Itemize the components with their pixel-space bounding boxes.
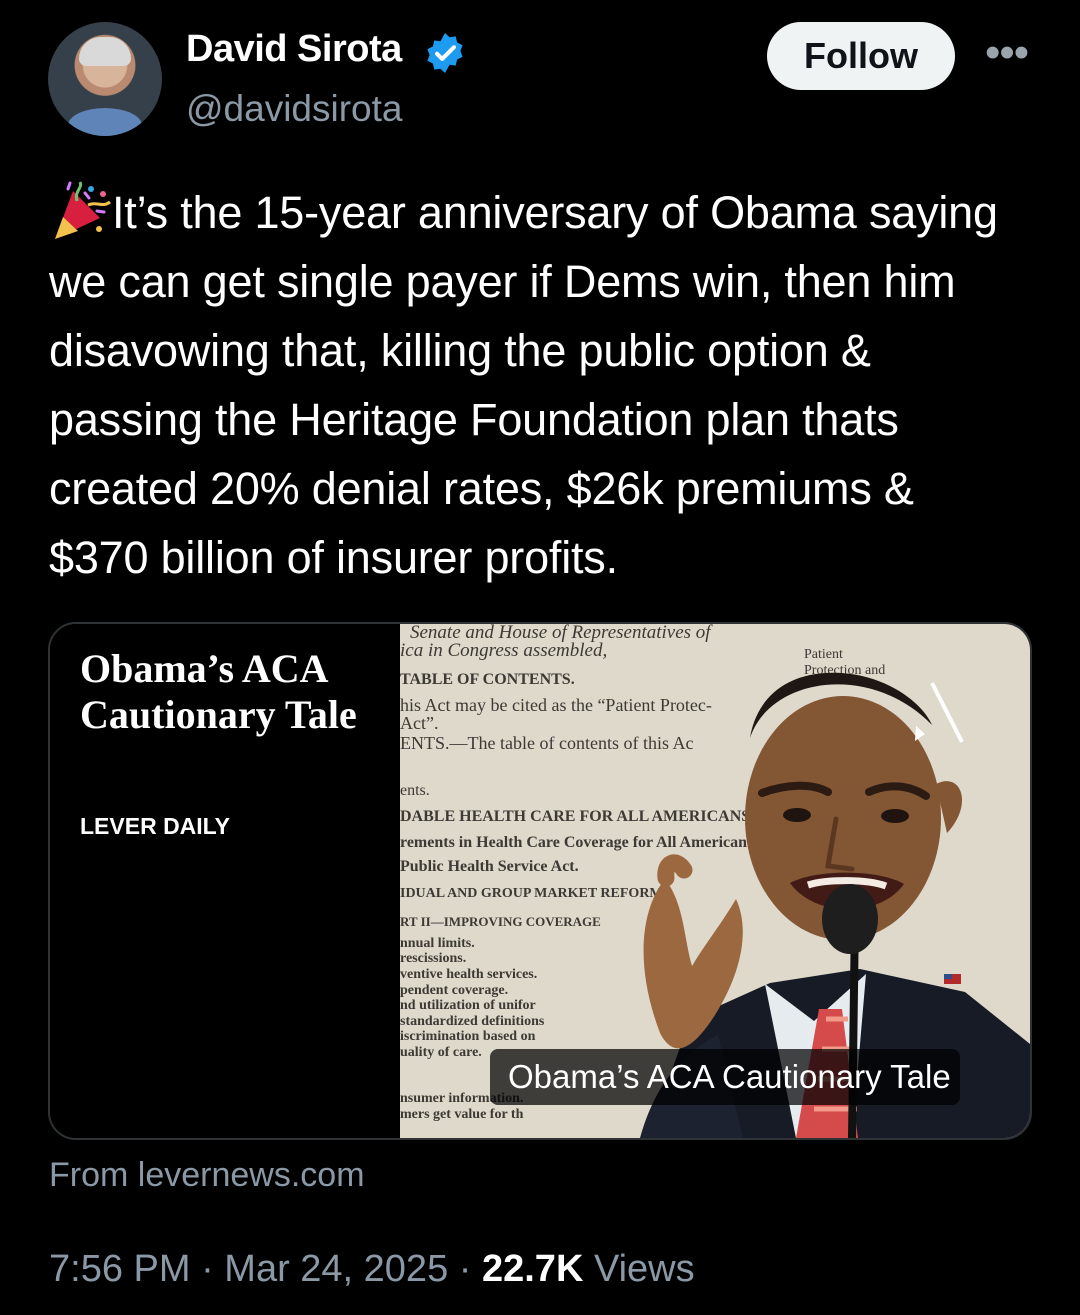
verified-badge-icon: [427, 33, 463, 73]
card-text-panel: Obama’s ACA Cautionary Tale LEVER DAILY: [50, 624, 400, 1138]
document-line: ica in Congress assembled,: [400, 640, 608, 661]
image-caption-overlay: Obama’s ACA Cautionary Tale: [490, 1049, 960, 1105]
document-line: iscrimination based on: [400, 1029, 536, 1044]
timestamp[interactable]: 7:56 PM · Mar 24, 2025 ·: [49, 1248, 482, 1290]
more-options-icon[interactable]: •••: [985, 28, 1029, 78]
document-line: TABLE OF CONTENTS.: [400, 671, 575, 688]
document-line: mers get value for th: [400, 1107, 524, 1122]
document-line: Senate and House of Representatives of: [410, 624, 711, 643]
publisher-name: LEVER DAILY: [80, 813, 230, 839]
article-image: Senate and House of Representatives of i…: [400, 624, 1030, 1138]
document-line: rescissions.: [400, 951, 467, 966]
card-title: Obama’s ACA Cautionary Tale: [80, 646, 357, 737]
author-name[interactable]: David Sirota: [186, 28, 402, 71]
document-line: Public Health Service Act.: [400, 858, 579, 875]
document-line: uality of care.: [400, 1045, 482, 1060]
tweet-metadata: 7:56 PM · Mar 24, 2025 · 22.7K Views: [49, 1248, 695, 1291]
article-link-card[interactable]: Obama’s ACA Cautionary Tale LEVER DAILY …: [48, 622, 1032, 1140]
document-line: nd utilization of unifor: [400, 998, 536, 1013]
source-link[interactable]: From levernews.com: [49, 1156, 365, 1195]
follow-button[interactable]: Follow: [767, 22, 955, 90]
document-line: Act”.: [400, 713, 439, 733]
views-count: 22.7K: [481, 1248, 584, 1290]
profile-avatar[interactable]: [48, 22, 162, 136]
document-line: ventive health services.: [400, 967, 538, 982]
author-handle[interactable]: @davidsirota: [186, 88, 403, 130]
views-label: Views: [583, 1248, 695, 1290]
document-line: ents.: [400, 782, 430, 799]
tweet-text: It’s the 15-year anniversary of Obama sa…: [49, 187, 998, 583]
